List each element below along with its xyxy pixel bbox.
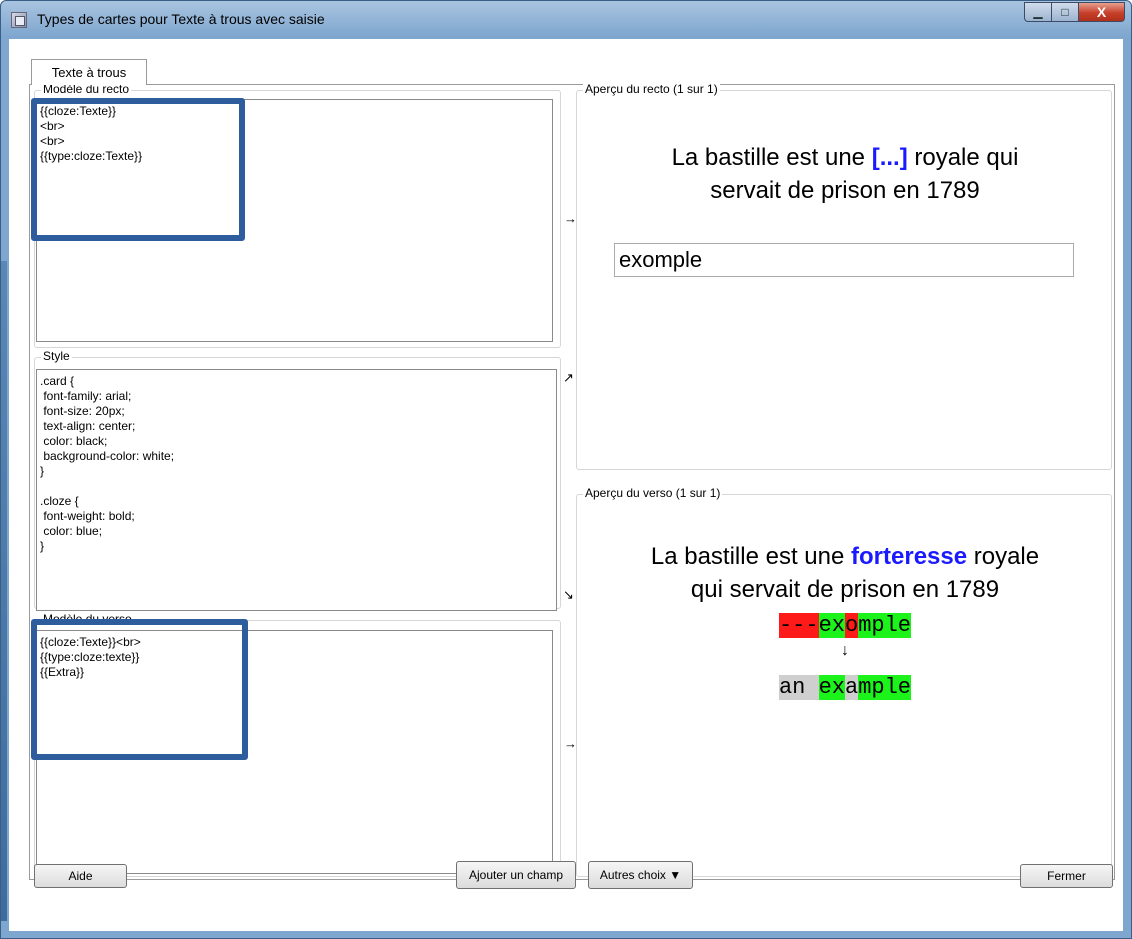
minimize-icon: ▁ [1033, 5, 1043, 19]
style-down-arrow-icon: ↘ [563, 587, 574, 602]
help-button[interactable]: Aide [34, 864, 127, 888]
back-preview-text-suffix: royale [967, 543, 1040, 570]
back-preview-line1: La bastille est une forteresse royale [590, 540, 1100, 573]
diff-segment: o [845, 613, 859, 638]
diff-segment: mple [858, 675, 912, 700]
maximize-icon: □ [1061, 5, 1069, 19]
front-cloze-placeholder: [...] [871, 144, 908, 171]
more-options-button[interactable]: Autres choix ▼ [588, 861, 693, 889]
back-preview-line2: qui servait de prison en 1789 [690, 576, 1000, 603]
typed-answer-comparison: ---exomple [590, 612, 1100, 640]
front-preview-text-suffix: royale qui [907, 144, 1019, 171]
maximize-button[interactable]: □ [1052, 2, 1079, 22]
window-frame-edge [1, 261, 7, 921]
tab-label: Texte à trous [51, 65, 127, 80]
answer-input[interactable]: exomple [614, 243, 1074, 277]
back-preview-answer: La bastille est une forteresse royale qu… [590, 540, 1100, 606]
style-up-arrow-icon: ↗ [563, 370, 574, 385]
close-icon: X [1096, 4, 1107, 20]
front-template-highlight [31, 98, 245, 241]
dialog-client-area: Texte à trous Modèle du recto {{cloze:Te… [9, 39, 1123, 931]
app-icon [11, 12, 27, 28]
front-preview-text: La bastille est une [671, 144, 872, 171]
close-button[interactable]: Fermer [1020, 864, 1113, 888]
front-preview-line1: La bastille est une [...] royale qui [590, 141, 1100, 174]
title-bar[interactable]: Types de cartes pour Texte à trous avec … [1, 1, 1131, 39]
front-preview-question: La bastille est une [...] royale qui ser… [590, 141, 1100, 207]
diff-segment: ex [818, 675, 845, 700]
diff-segment: mple [858, 613, 912, 638]
down-arrow-icon: ↓ [841, 642, 849, 659]
minimize-button[interactable]: ▁ [1024, 2, 1052, 22]
window-controls: ▁ □ X [1024, 2, 1125, 22]
style-editor[interactable]: .card { font-family: arial; font-size: 2… [36, 369, 557, 611]
diff-segment: --- [778, 613, 819, 638]
back-cloze-answer: forteresse [851, 543, 968, 570]
window-title: Types de cartes pour Texte à trous avec … [37, 11, 325, 27]
diff-segment: ex [818, 613, 845, 638]
back-preview-label: Aperçu du verso (1 sur 1) [583, 486, 723, 500]
style-label: Style [41, 349, 72, 363]
front-preview-line2: servait de prison en 1789 [710, 177, 980, 204]
diff-segment: an [778, 675, 819, 700]
back-preview-text: La bastille est une [650, 543, 852, 570]
diff-segment: a [845, 675, 859, 700]
add-field-button[interactable]: Ajouter un champ [456, 861, 576, 889]
card-types-window: Types de cartes pour Texte à trous avec … [0, 0, 1132, 939]
close-window-button[interactable]: X [1079, 2, 1125, 22]
expected-answer-comparison: an example [590, 674, 1100, 702]
front-preview-label: Aperçu du recto (1 sur 1) [583, 82, 720, 96]
back-template-highlight [31, 619, 248, 760]
tab-texte-a-trous[interactable]: Texte à trous [31, 59, 147, 85]
